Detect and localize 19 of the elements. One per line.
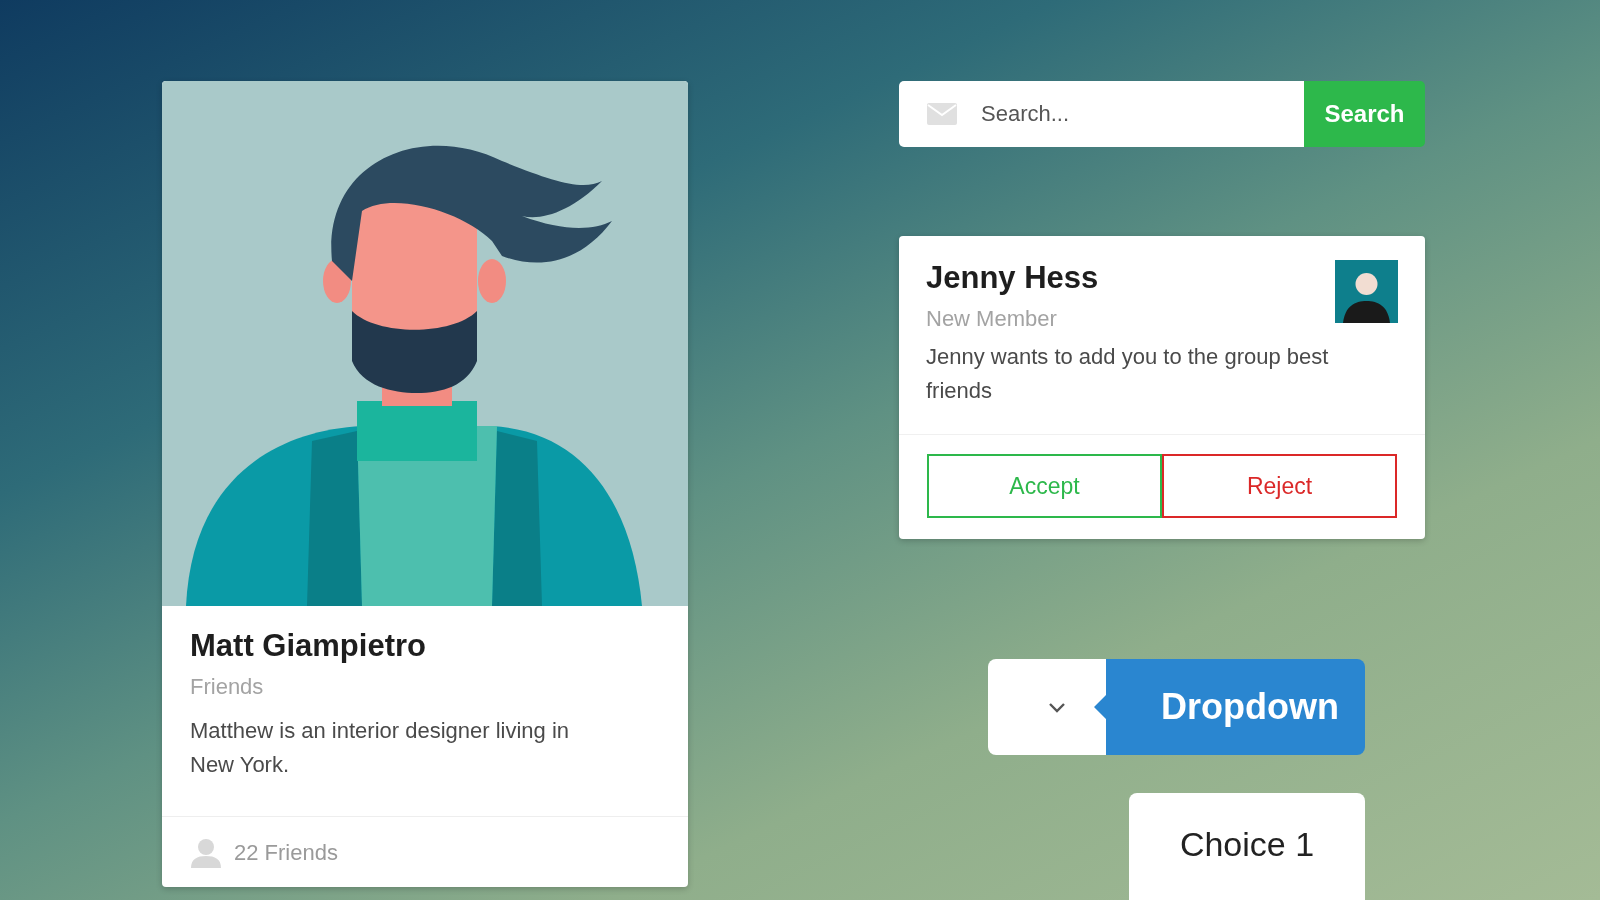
reject-button[interactable]: Reject [1162,454,1397,518]
user-icon [190,837,222,869]
search-button[interactable]: Search [1304,81,1425,147]
chevron-down-icon [1048,701,1066,713]
mail-icon [927,103,957,125]
card-title: Matt Giampietro [190,628,427,664]
dropdown-toggle[interactable] [988,659,1106,755]
card-description: Matthew is an interior designer living in New York. [190,717,571,779]
avatar [1335,260,1398,323]
request-message: Jenny wants to add you to the group best friends [925,343,1330,405]
search-input[interactable]: Search... [979,100,1304,128]
search-field[interactable]: Search... [899,81,1304,147]
card-meta: New Member [926,306,1058,332]
dropdown-button[interactable]: Dropdown [1094,659,1365,755]
friends-count: 22 Friends [234,840,338,866]
card-meta: Friends [190,674,265,700]
menu-item[interactable]: Choice 1 [1179,825,1315,864]
card-title: Jenny Hess [926,260,1099,296]
accept-button[interactable]: Accept [927,454,1162,518]
